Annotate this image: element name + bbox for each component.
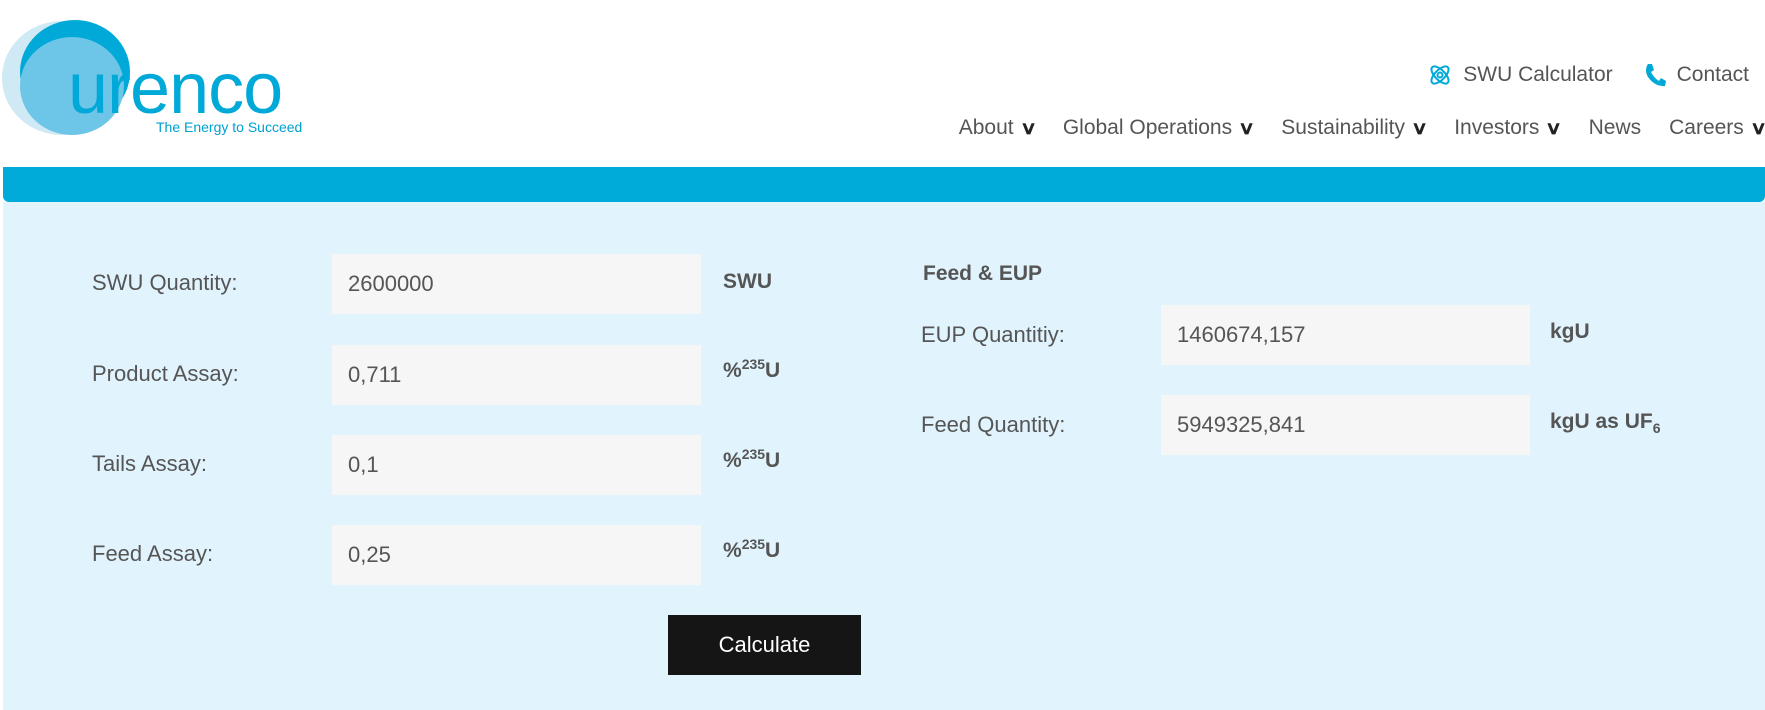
feed-assay-label: Feed Assay: [92,541,214,566]
tails-assay-label: Tails Assay: [92,451,207,476]
logo-wordmark: urenco [68,49,283,129]
logo-tagline: The Energy to Succeed [156,119,303,135]
feed-assay-input[interactable] [332,525,701,585]
swu-quantity-input[interactable] [332,254,701,314]
chevron-down-icon: ∨ [1545,117,1563,138]
nav-about[interactable]: About ∨ [958,116,1037,140]
nav-sustainability[interactable]: Sustainability ∨ [1281,116,1429,140]
chevron-down-icon: ∨ [1411,117,1429,138]
nav-careers-label: Careers [1669,116,1744,139]
swu-calculator-link[interactable]: SWU Calculator [1427,62,1613,88]
swu-calculator-label: SWU Calculator [1463,63,1613,86]
swu-unit: SWU [723,270,772,293]
feed-eup-heading: Feed & EUP [923,262,1043,285]
chevron-down-icon: ∨ [1238,117,1256,138]
eup-unit: kgU [1550,320,1590,343]
product-assay-label: Product Assay: [92,361,239,386]
tails-assay-input[interactable] [332,435,701,495]
phone-icon [1645,64,1666,87]
eup-quantity-output[interactable] [1161,305,1530,365]
feed-assay-unit: %235U [723,536,781,562]
contact-label: Contact [1676,63,1749,86]
nav-about-label: About [958,116,1014,139]
site-header: urenco The Energy to Succeed SWU Calcula… [0,0,1765,167]
top-links: SWU Calculator Contact [1427,62,1749,88]
main-nav: About ∨ Global Operations ∨ Sustainability… [959,116,1765,140]
feed-quantity-label: Feed Quantity: [921,412,1066,437]
product-assay-input[interactable] [332,345,701,405]
chevron-down-icon: ∨ [1019,117,1037,138]
feed-unit: kgU as UF6 [1550,410,1661,437]
atom-icon [1430,65,1450,85]
nav-global-operations-label: Global Operations [1062,116,1233,139]
calculator-panel [3,202,1765,710]
swu-quantity-label: SWU Quantity: [92,270,238,295]
nav-news[interactable]: News [1589,116,1642,140]
nav-careers[interactable]: Careers ∨ [1669,116,1765,140]
chevron-down-icon: ∨ [1750,118,1765,139]
feed-quantity-output[interactable] [1161,395,1530,455]
product-assay-unit: %235U [723,356,781,382]
calculate-button[interactable]: Calculate [668,615,861,675]
urenco-logo[interactable]: urenco The Energy to Succeed [0,20,310,145]
contact-link[interactable]: Contact [1643,62,1749,88]
tails-assay-unit: %235U [723,446,781,472]
nav-investors-label: Investors [1454,116,1540,139]
eup-quantity-label: EUP Quantitiy: [921,322,1065,347]
nav-global-operations[interactable]: Global Operations ∨ [1062,116,1256,140]
nav-sustainability-label: Sustainability [1281,116,1406,139]
nav-news-label: News [1588,116,1642,139]
nav-investors[interactable]: Investors ∨ [1454,116,1563,140]
